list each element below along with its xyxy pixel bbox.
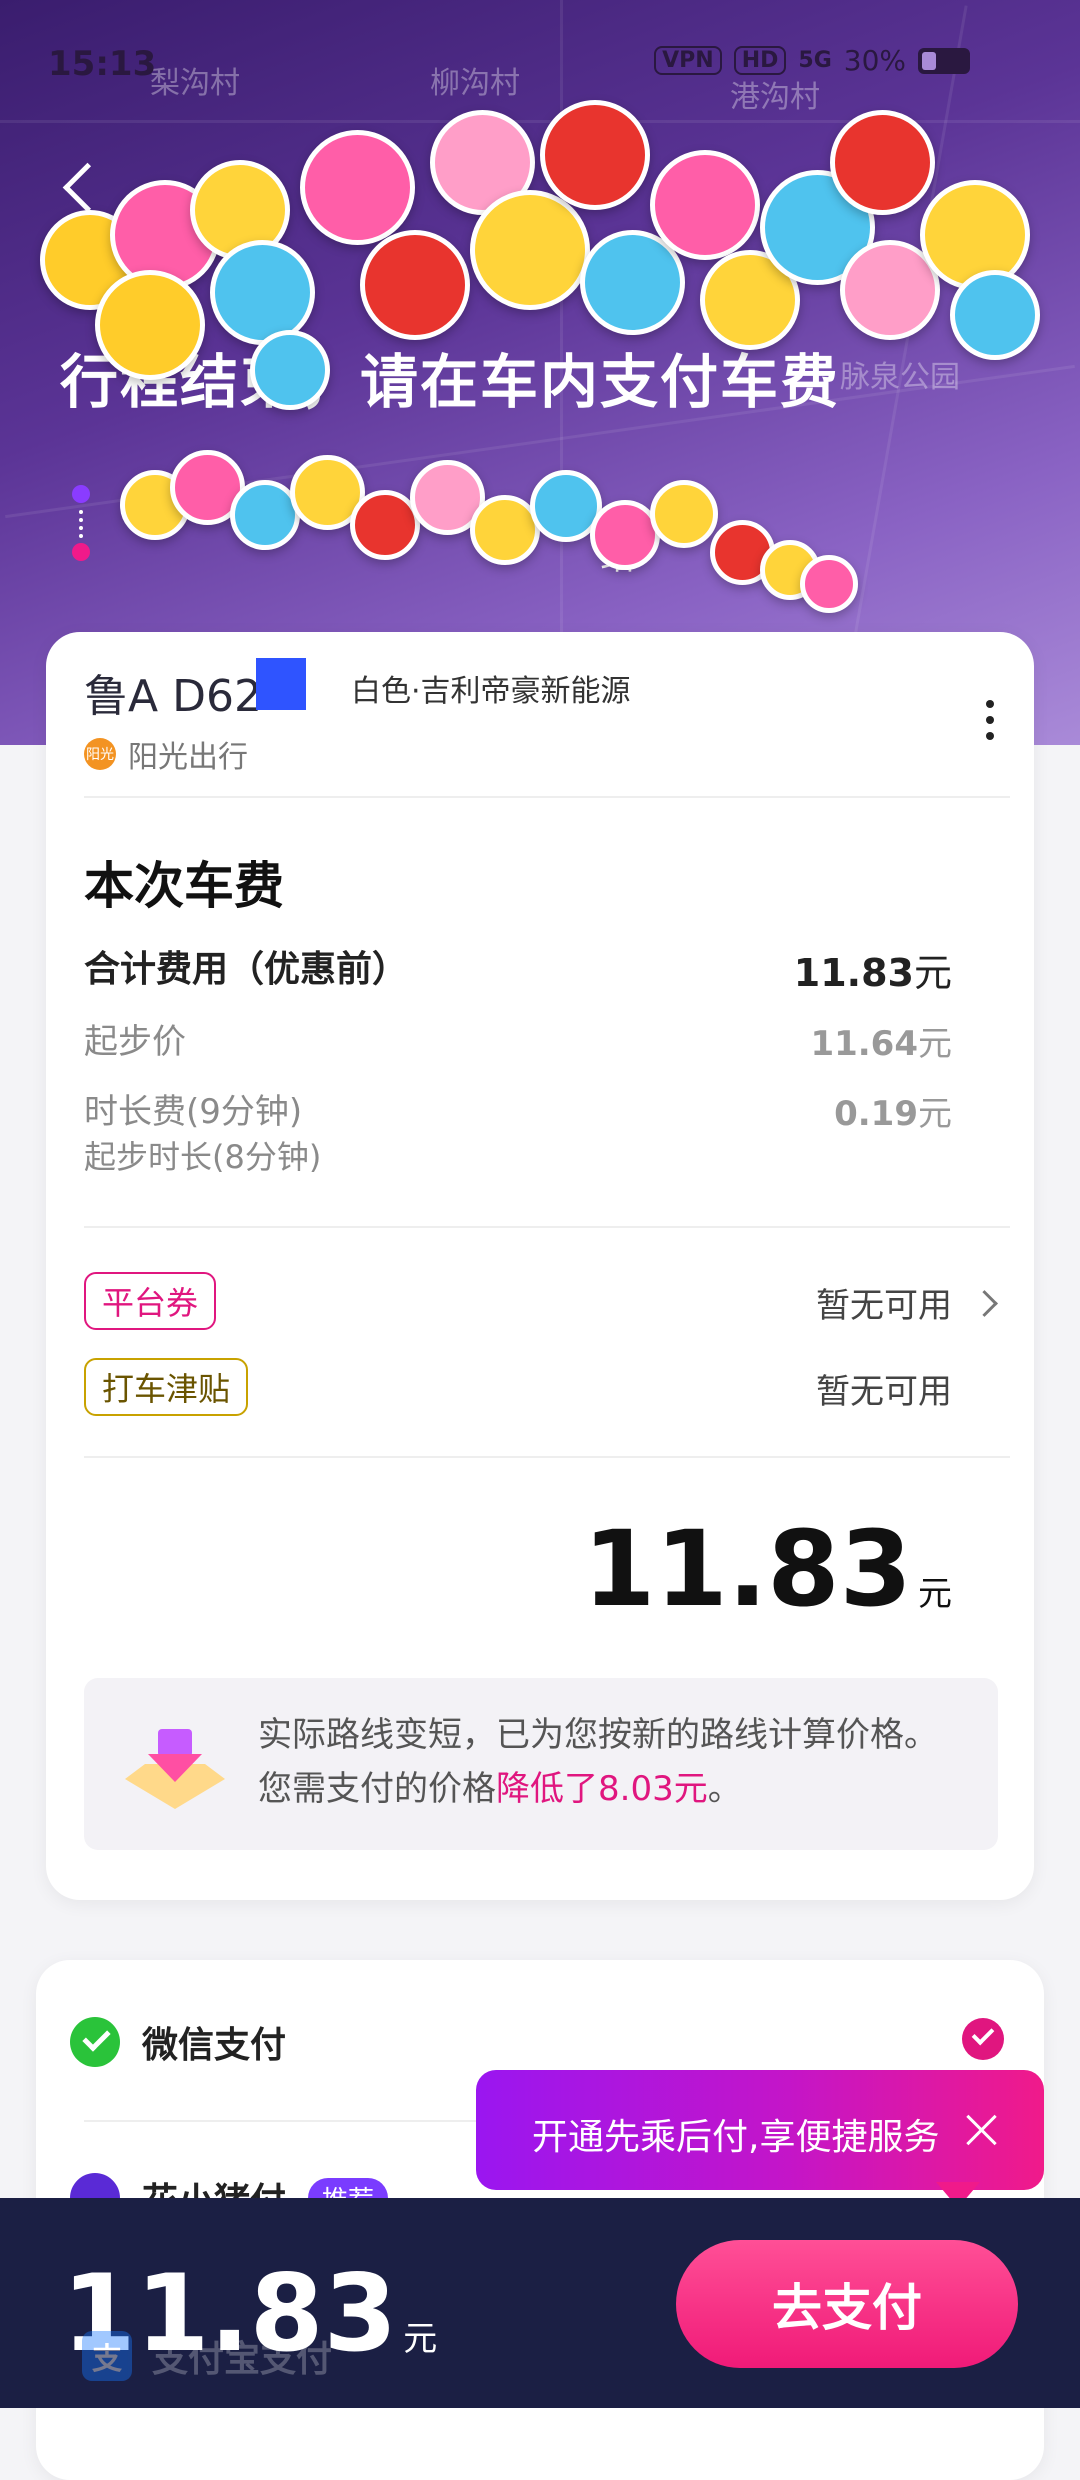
notice-text: 实际路线变短，已为您按新的路线计算价格。您需支付的价格降低了8.03元。 bbox=[258, 1715, 938, 1809]
subtotal-value: 11.83元 bbox=[793, 951, 952, 995]
fare-total: 11.83 元 bbox=[583, 1508, 952, 1630]
sticker-icon bbox=[250, 330, 330, 410]
fare-total-amount: 11.83 bbox=[583, 1508, 912, 1630]
celebration-stickers bbox=[0, 0, 1080, 640]
duration-fee-value: 0.19元 bbox=[834, 1094, 952, 1134]
duration-fee-label: 时长费(9分钟) bbox=[84, 1092, 303, 1132]
sticker-icon bbox=[650, 480, 718, 548]
car-description: 白色·吉利帝豪新能源 bbox=[351, 674, 631, 709]
sticker-icon bbox=[950, 270, 1040, 360]
price-drop-highlight: 降低了8.03元 bbox=[496, 1769, 708, 1809]
sticker-icon bbox=[95, 270, 205, 380]
plate-redaction bbox=[256, 658, 306, 710]
more-options-icon[interactable] bbox=[986, 700, 994, 740]
sticker-icon bbox=[800, 555, 858, 613]
sticker-icon bbox=[540, 100, 650, 210]
wechat-pay-icon bbox=[70, 2017, 120, 2067]
price-down-icon bbox=[125, 1729, 225, 1809]
fare-card: 鲁A D62 白色·吉利帝豪新能源 阳光 阳光出行 本次车费 合计费用（优惠前）… bbox=[46, 632, 1034, 1900]
divider bbox=[84, 1456, 1010, 1458]
company-row: 阳光 阳光出行 bbox=[84, 732, 248, 776]
subtotal-label: 合计费用（优惠前） bbox=[84, 949, 409, 990]
payment-option-alipay: 支 支付宝支付 bbox=[82, 2330, 332, 2382]
chevron-right-icon[interactable] bbox=[971, 1290, 998, 1317]
alipay-label: 支付宝支付 bbox=[152, 2339, 333, 2380]
payment-option-wechat[interactable]: 微信支付 bbox=[70, 2016, 286, 2068]
post-pay-promo-tooltip[interactable]: 开通先乘后付,享便捷服务 bbox=[476, 2070, 1044, 2208]
alipay-icon: 支 bbox=[82, 2331, 132, 2381]
sticker-icon bbox=[470, 190, 590, 310]
base-fare-label: 起步价 bbox=[84, 1022, 186, 1062]
ride-subsidy-tag: 打车津贴 bbox=[84, 1358, 249, 1416]
fare-total-unit: 元 bbox=[918, 1574, 952, 1614]
sticker-icon bbox=[300, 130, 415, 245]
wechat-pay-label: 微信支付 bbox=[142, 2025, 287, 2066]
base-fare-value: 11.64元 bbox=[810, 1024, 952, 1064]
sticker-icon bbox=[210, 240, 315, 345]
sticker-icon bbox=[830, 110, 935, 215]
close-icon[interactable] bbox=[964, 2112, 1000, 2148]
plate-number: 鲁A D62 bbox=[84, 671, 262, 722]
sticker-icon bbox=[650, 150, 760, 260]
sticker-icon bbox=[360, 230, 470, 340]
divider bbox=[84, 1226, 1010, 1228]
pay-button[interactable]: 去支付 bbox=[676, 2240, 1018, 2368]
tooltip-text: 开通先乘后付,享便捷服务 bbox=[532, 2117, 940, 2158]
duration-base-label: 起步时长(8分钟) bbox=[84, 1138, 322, 1176]
bottom-amount-unit: 元 bbox=[403, 2319, 438, 2359]
selected-check-icon[interactable] bbox=[962, 2018, 1004, 2060]
divider bbox=[84, 796, 1010, 798]
ride-subsidy-value: 暂无可用 bbox=[816, 1372, 952, 1412]
platform-coupon-tag: 平台券 bbox=[84, 1272, 217, 1330]
platform-coupon-value[interactable]: 暂无可用 bbox=[816, 1278, 952, 1327]
fare-section-title: 本次车费 bbox=[84, 857, 284, 915]
company-logo: 阳光 bbox=[84, 738, 116, 770]
company-name: 阳光出行 bbox=[128, 740, 248, 775]
route-change-notice: 实际路线变短，已为您按新的路线计算价格。您需支付的价格降低了8.03元。 bbox=[84, 1678, 998, 1850]
